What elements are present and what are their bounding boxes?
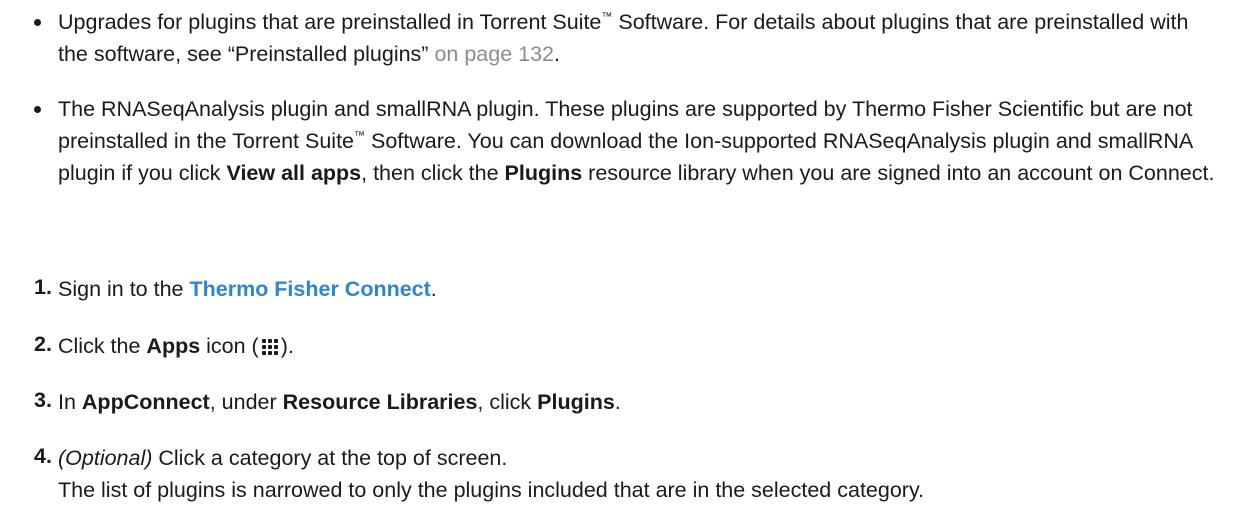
bullet-item-preinstalled-upgrades: Upgrades for plugins that are preinstall…: [34, 6, 1224, 70]
apps-label: Apps: [146, 334, 201, 358]
text-span: In: [58, 390, 82, 414]
text-span: resource library when you are signed int…: [582, 161, 1215, 185]
appconnect-label: AppConnect: [81, 390, 210, 414]
resource-libraries-label: Resource Libraries: [282, 390, 478, 414]
bullet-dot: [34, 106, 41, 113]
apps-grid-icon: [261, 337, 279, 355]
bullet-text: Upgrades for plugins that are preinstall…: [58, 6, 1224, 70]
trademark-symbol: ™: [601, 11, 613, 23]
view-all-apps-label: View all apps: [226, 161, 362, 185]
step-number: 3.: [34, 388, 52, 412]
text-span: , click: [477, 390, 538, 414]
step-number: 4.: [34, 444, 52, 468]
text-span: Sign in to the: [58, 277, 190, 301]
optional-label: (Optional): [58, 446, 153, 470]
document-page: { "bullets": [ { "a": "Upgrades for plug…: [0, 0, 1233, 511]
step-text: In AppConnect, under Resource Libraries,…: [58, 386, 1224, 418]
step-number: 1.: [34, 275, 52, 299]
step-2: 2. Click the Apps icon ().: [34, 330, 1224, 362]
text-span: .: [554, 42, 560, 66]
step-text: (Optional) Click a category at the top o…: [58, 442, 1224, 506]
step-result-text: The list of plugins is narrowed to only …: [58, 478, 925, 502]
bullet-text: The RNASeqAnalysis plugin and smallRNA p…: [58, 93, 1224, 189]
step-4: 4. (Optional) Click a category at the to…: [34, 442, 1224, 506]
bullet-item-rnaseq-plugins: The RNASeqAnalysis plugin and smallRNA p…: [34, 93, 1224, 189]
step-text: Click the Apps icon ().: [58, 330, 1224, 362]
text-span: icon (: [200, 334, 259, 358]
text-span: Click the: [58, 334, 147, 358]
text-span: , under: [209, 390, 283, 414]
text-span: Upgrades for plugins that are preinstall…: [58, 10, 602, 34]
text-span: Click a category at the top of screen.: [152, 446, 508, 470]
bullet-dot: [34, 19, 41, 26]
plugins-label: Plugins: [504, 161, 583, 185]
text-span: .: [614, 390, 621, 414]
text-span: .: [430, 277, 437, 301]
step-3: 3. In AppConnect, under Resource Librari…: [34, 386, 1224, 418]
step-number: 2.: [34, 332, 52, 356]
text-span: ).: [280, 334, 294, 358]
step-text: Sign in to the Thermo Fisher Connect.: [58, 273, 1224, 305]
page-reference-link[interactable]: on page 132: [434, 42, 554, 66]
trademark-symbol: ™: [354, 130, 366, 142]
thermo-fisher-connect-link[interactable]: Thermo Fisher Connect: [189, 277, 430, 301]
step-1: 1. Sign in to the Thermo Fisher Connect.: [34, 273, 1224, 305]
text-span: , then click the: [361, 161, 505, 185]
plugins-label: Plugins: [537, 390, 615, 414]
